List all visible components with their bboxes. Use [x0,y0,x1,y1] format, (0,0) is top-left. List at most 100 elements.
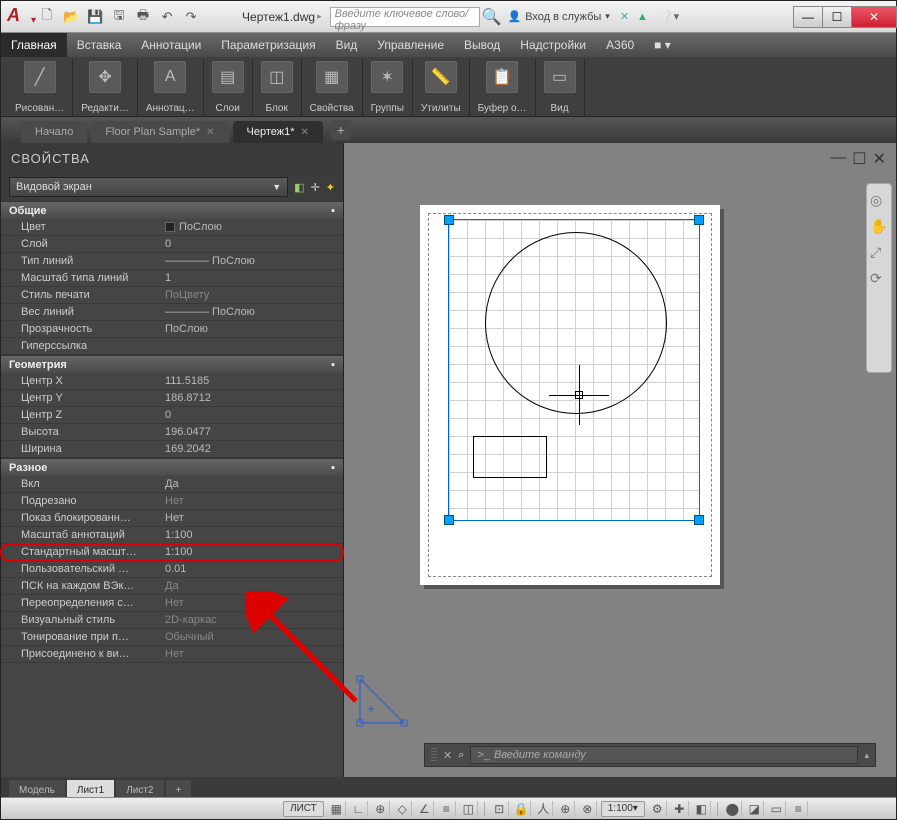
prop-value[interactable]: ———— ПоСлою [161,306,343,318]
prop-section-header[interactable]: Общие▪ [1,201,343,219]
grip-handle[interactable] [694,515,704,525]
space-indicator[interactable]: ЛИСТ [283,801,324,817]
prop-value[interactable]: 0 [161,409,343,421]
canvas-maximize-icon[interactable]: ☐ [852,149,866,169]
grid-toggle-icon[interactable]: ▦ [328,801,346,817]
navwheel-icon[interactable]: ◎ [870,192,888,210]
prop-value[interactable]: ———— ПоСлою [161,255,343,267]
prop-value[interactable]: Нет [161,512,343,524]
menu-tab-2[interactable]: Аннотации [131,33,211,57]
menu-tab-8[interactable]: A360 [596,33,644,57]
prop-value[interactable]: 1:100 [161,529,343,541]
property-row[interactable]: ЦветПоСлою [1,219,343,236]
property-row[interactable]: ПодрезаноНет [1,493,343,510]
property-row[interactable]: Переопределения с…Нет [1,595,343,612]
isolate-icon[interactable]: ◪ [746,801,764,817]
grip-handle[interactable] [694,215,704,225]
prop-value[interactable]: 2D-каркас [161,614,343,626]
ribbon-group-8[interactable]: 📋Буфер о… [470,59,536,116]
menu-tab-0[interactable]: Главная [1,33,67,57]
otrack-toggle-icon[interactable]: ∠ [416,801,434,817]
annotation-scale[interactable]: 1:100 ▾ [601,801,645,817]
customization-icon[interactable]: ≡ [790,801,808,817]
cleanscreen-icon[interactable]: ▭ [768,801,786,817]
saveas-icon[interactable]: 🖫 [108,6,130,28]
close-icon[interactable]: ✕ [301,127,309,138]
prop-value[interactable]: 0 [161,238,343,250]
minimize-button[interactable]: — [793,6,823,28]
annoscale-lock-icon[interactable]: 🔒 [513,801,531,817]
property-row[interactable]: Показ блокированн…Нет [1,510,343,527]
prop-value[interactable]: ПоЦвету [161,289,343,301]
property-row[interactable]: Визуальный стиль2D-каркас [1,612,343,629]
prop-value[interactable]: ПоСлою [161,221,343,233]
prop-value[interactable]: 196.0477 [161,426,343,438]
property-row[interactable]: Тонирование при п…Обычный [1,629,343,646]
customize-icon[interactable]: ✕ [443,749,452,762]
drawing-canvas[interactable]: — ☐ ✕ ◎ ✋ ⤢ ⟳ [344,143,896,777]
property-row[interactable]: Центр Y186.8712 [1,390,343,407]
units-icon[interactable]: ◧ [693,801,711,817]
search-input[interactable]: Введите ключевое слово/фразу [330,7,480,27]
menu-tab-7[interactable]: Надстройки [510,33,596,57]
menu-extra-icon[interactable]: ■ ▾ [644,33,681,57]
maximize-button[interactable]: ☐ [822,6,852,28]
prop-section-header[interactable]: Разное▪ [1,458,343,476]
prop-value[interactable]: 1 [161,272,343,284]
ribbon-group-2[interactable]: AАннотац… [138,59,204,116]
ribbon-group-7[interactable]: 📏Утилиты [413,59,470,116]
prop-value[interactable]: Обычный [161,631,343,643]
property-row[interactable]: Тип линий———— ПоСлою [1,253,343,270]
prop-value[interactable]: 111.5185 [161,375,343,387]
annoscale-sync-icon[interactable]: ⊗ [579,801,597,817]
redo-icon[interactable]: ↷ [180,6,202,28]
file-tab[interactable]: Чертеж1*✕ [233,121,323,143]
property-row[interactable]: Ширина169.2042 [1,441,343,458]
ribbon-group-5[interactable]: ▦Свойства [302,59,363,116]
selection-icon[interactable]: ✦ [326,181,335,194]
annomon-icon[interactable]: 人 [535,801,553,817]
property-row[interactable]: Центр X111.5185 [1,373,343,390]
lineweight-toggle-icon[interactable]: ≡ [438,801,456,817]
property-row[interactable]: Масштаб аннотаций1:100 [1,527,343,544]
menu-tab-4[interactable]: Вид [326,33,368,57]
osnap-toggle-icon[interactable]: ◇ [394,801,412,817]
property-row[interactable]: Слой0 [1,236,343,253]
close-icon[interactable]: ✕ [206,127,214,138]
property-row[interactable]: Стандартный масшт…1:100 [1,544,343,561]
zoom-extents-icon[interactable]: ⤢ [870,244,888,262]
selection-combo[interactable]: Видовой экран▼ [9,177,288,197]
property-row[interactable]: ВклДа [1,476,343,493]
property-row[interactable]: Присоединено к ви…Нет [1,646,343,663]
undo-icon[interactable]: ↶ [156,6,178,28]
pan-icon[interactable]: ✋ [870,218,888,236]
recent-commands-icon[interactable]: ⌕ [458,749,464,762]
menu-tab-6[interactable]: Вывод [454,33,510,57]
canvas-close-icon[interactable]: ✕ [873,149,886,169]
new-tab-button[interactable]: + [331,120,351,140]
ribbon-group-3[interactable]: ▤Слои [204,59,253,116]
prop-value[interactable]: Да [161,580,343,592]
property-row[interactable]: ПСК на каждом ВЭк…Да [1,578,343,595]
ribbon-group-1[interactable]: ✥Редакти… [73,59,138,116]
grip-handle[interactable] [444,215,454,225]
property-row[interactable]: Гиперссылка [1,338,343,355]
open-icon[interactable]: 📂 [60,6,82,28]
transparency-toggle-icon[interactable]: ◫ [460,801,478,817]
property-row[interactable]: Центр Z0 [1,407,343,424]
property-row[interactable]: Масштаб типа линий1 [1,270,343,287]
menu-tab-3[interactable]: Параметризация [211,33,325,57]
property-row[interactable]: ПрозрачностьПоСлою [1,321,343,338]
command-line[interactable]: ✕ ⌕ >_Введите команду ▴ [424,743,876,767]
prop-value[interactable]: Нет [161,495,343,507]
annomonitor-icon[interactable]: ✚ [671,801,689,817]
file-tab[interactable]: Начало [21,121,87,143]
property-row[interactable]: Пользовательский …0.01 [1,561,343,578]
menu-tab-1[interactable]: Вставка [67,33,132,57]
ribbon-group-0[interactable]: ╱Рисован… [7,59,73,116]
menu-tab-5[interactable]: Управление [367,33,454,57]
prop-value[interactable]: ПоСлою [161,323,343,335]
hardware-accel-icon[interactable]: ⬤ [724,801,742,817]
file-tab[interactable]: Floor Plan Sample*✕ [91,121,228,143]
orbit-icon[interactable]: ⟳ [870,270,888,288]
